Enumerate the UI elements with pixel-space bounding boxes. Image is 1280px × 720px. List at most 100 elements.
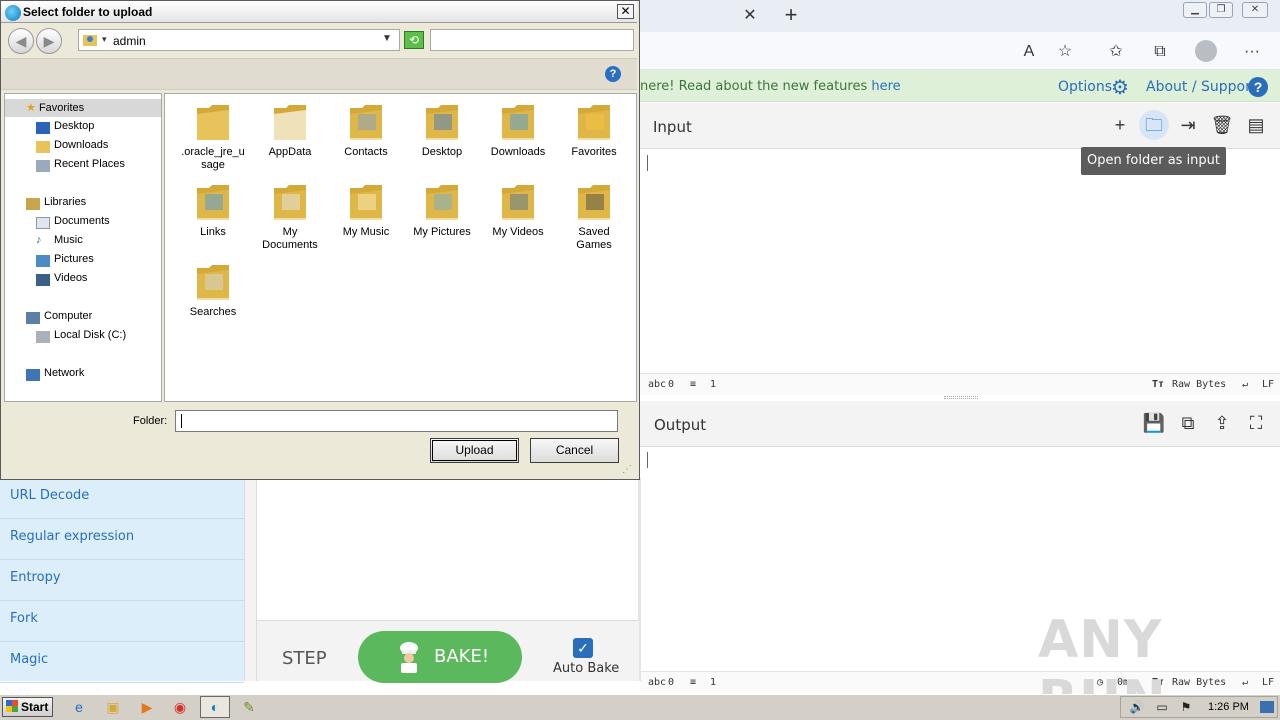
explorer-icon[interactable]: ▣ <box>101 697 125 717</box>
trash-icon[interactable]: 🗑 <box>1209 112 1235 138</box>
nav-item-pictures[interactable]: Pictures <box>36 253 94 267</box>
autobake-checkbox[interactable]: ✓ <box>573 638 593 658</box>
nav-item-recent-places[interactable]: Recent Places <box>36 158 125 172</box>
layout-icon[interactable]: ▤ <box>1243 112 1269 138</box>
replace-input-icon[interactable]: ⇪ <box>1209 410 1235 436</box>
copy-icon[interactable]: ⧉ <box>1175 410 1201 436</box>
nav-item-desktop[interactable]: Desktop <box>36 120 94 134</box>
about-support-link[interactable]: About / Support <box>1146 79 1256 95</box>
folder-item[interactable]: AppData <box>252 96 328 176</box>
options-link[interactable]: Options <box>1058 79 1112 95</box>
banner-link[interactable]: here <box>871 79 900 94</box>
new-tab-button[interactable]: + <box>780 4 802 28</box>
folder-item[interactable]: Links <box>175 176 251 256</box>
tab-close-button[interactable]: ✕ <box>740 6 760 26</box>
taskbar <box>0 694 1280 720</box>
panel-splitter[interactable] <box>944 396 978 399</box>
restore-button[interactable]: ❐ <box>1209 2 1233 18</box>
links-folder-icon <box>197 185 229 220</box>
operation-item[interactable]: Magic <box>0 642 244 683</box>
minimize-button[interactable]: ▁ <box>1183 2 1207 18</box>
address-text[interactable]: admin <box>113 34 146 48</box>
window-close-button[interactable]: ✕ <box>1242 2 1268 18</box>
dialog-close-button[interactable]: ✕ <box>617 4 634 19</box>
nav-network[interactable]: Network <box>26 367 84 381</box>
folder-item[interactable]: Desktop <box>404 96 480 176</box>
recent-places-icon <box>36 160 50 172</box>
nav-item-videos[interactable]: Videos <box>36 272 88 286</box>
resize-grip-icon[interactable]: ⋰ <box>622 464 636 478</box>
save-icon[interactable]: 💾 <box>1141 410 1167 436</box>
volume-icon[interactable]: 🔊 <box>1125 697 1149 717</box>
folder-item[interactable]: My Documents <box>252 176 328 256</box>
clock[interactable]: 1:26 PM <box>1208 701 1249 713</box>
search-input[interactable] <box>430 29 634 51</box>
folder-item[interactable]: .oracle_jre_u sage <box>175 96 251 176</box>
folder-label: Favorites <box>556 146 632 159</box>
chrome-icon[interactable]: ◉ <box>168 697 192 717</box>
flag-icon[interactable]: ⚑ <box>1174 697 1198 717</box>
folder-item[interactable]: Contacts <box>328 96 404 176</box>
breadcrumb-chevron-icon[interactable]: ▾ <box>102 34 107 45</box>
autobake-label[interactable]: Auto Bake <box>553 661 619 676</box>
operation-item[interactable]: Regular expression <box>0 519 244 560</box>
add-favorite-icon[interactable]: ☆ <box>1054 41 1076 63</box>
favorites-icon[interactable]: ✩ <box>1105 41 1127 63</box>
nav-item-documents[interactable]: Documents <box>36 215 110 229</box>
folder-item[interactable]: Downloads <box>480 96 556 176</box>
folder-item[interactable]: My Pictures <box>404 176 480 256</box>
operation-item[interactable]: Entropy <box>0 560 244 601</box>
eol-label[interactable]: LF <box>1262 379 1274 390</box>
help-icon[interactable]: ? <box>1248 77 1268 97</box>
folder-item[interactable]: Favorites <box>556 96 632 176</box>
more-icon[interactable]: ··· <box>1241 41 1263 63</box>
chars-count: 0 <box>668 677 675 688</box>
network-icon <box>26 369 40 381</box>
media-player-icon[interactable]: ▶ <box>135 697 159 717</box>
folder-item[interactable]: Saved Games <box>556 176 632 256</box>
text-format-icon[interactable]: Tт <box>1152 379 1164 390</box>
gear-icon[interactable]: ⚙ <box>1109 77 1131 99</box>
help-icon[interactable]: ? <box>605 66 621 82</box>
folder-label: Saved Games <box>556 226 632 252</box>
eol-icon[interactable]: ↵ <box>1242 379 1248 390</box>
collections-icon[interactable]: ⧉ <box>1149 41 1171 63</box>
step-button[interactable]: STEP <box>282 648 327 669</box>
upload-button[interactable]: Upload <box>430 438 519 463</box>
cancel-button[interactable]: Cancel <box>530 438 619 463</box>
show-desktop-icon[interactable] <box>1260 701 1274 713</box>
notepad-icon[interactable]: ✎ <box>237 697 261 717</box>
folder-name-input[interactable] <box>175 410 618 432</box>
forward-button[interactable]: ▶ <box>36 28 62 54</box>
chevron-down-icon[interactable]: ▼ <box>382 33 392 44</box>
back-button[interactable]: ◀ <box>8 28 34 54</box>
input-caret[interactable] <box>647 155 648 171</box>
refresh-icon[interactable]: ⟲ <box>404 31 424 49</box>
profile-icon[interactable] <box>1195 40 1217 62</box>
bake-label[interactable]: BAKE! <box>434 646 489 667</box>
folder-item[interactable]: My Music <box>328 176 404 256</box>
nav-computer[interactable]: Computer <box>26 310 92 324</box>
network-tray-icon[interactable]: ▭ <box>1150 697 1174 717</box>
folder-icon[interactable]: 🗀 <box>1141 112 1167 138</box>
folder-item[interactable]: My Videos <box>480 176 556 256</box>
ie-icon[interactable]: e <box>67 697 91 717</box>
drive-icon <box>36 331 50 343</box>
folder-label-line: My <box>282 226 298 238</box>
nav-item-local-disk[interactable]: Local Disk (C:) <box>36 329 126 343</box>
downloads-icon <box>36 141 50 153</box>
folder-item[interactable]: Searches <box>175 256 251 336</box>
pane-divider[interactable] <box>244 478 257 681</box>
open-file-icon[interactable]: ⇥ <box>1175 112 1201 138</box>
nav-item-downloads[interactable]: Downloads <box>36 139 108 153</box>
format-label[interactable]: Raw Bytes <box>1172 379 1226 390</box>
read-aloud-icon[interactable]: A <box>1018 41 1040 63</box>
nav-item-music[interactable]: ♪ Music <box>36 234 83 246</box>
operation-item[interactable]: Fork <box>0 601 244 642</box>
nav-favorites[interactable]: ★ Favorites <box>26 101 84 114</box>
nav-libraries[interactable]: Libraries <box>26 196 86 210</box>
operation-item[interactable]: URL Decode <box>0 478 244 519</box>
nav-label: Videos <box>54 272 88 284</box>
fullscreen-icon[interactable]: ⛶ <box>1243 410 1269 436</box>
add-tab-icon[interactable]: + <box>1107 112 1133 138</box>
